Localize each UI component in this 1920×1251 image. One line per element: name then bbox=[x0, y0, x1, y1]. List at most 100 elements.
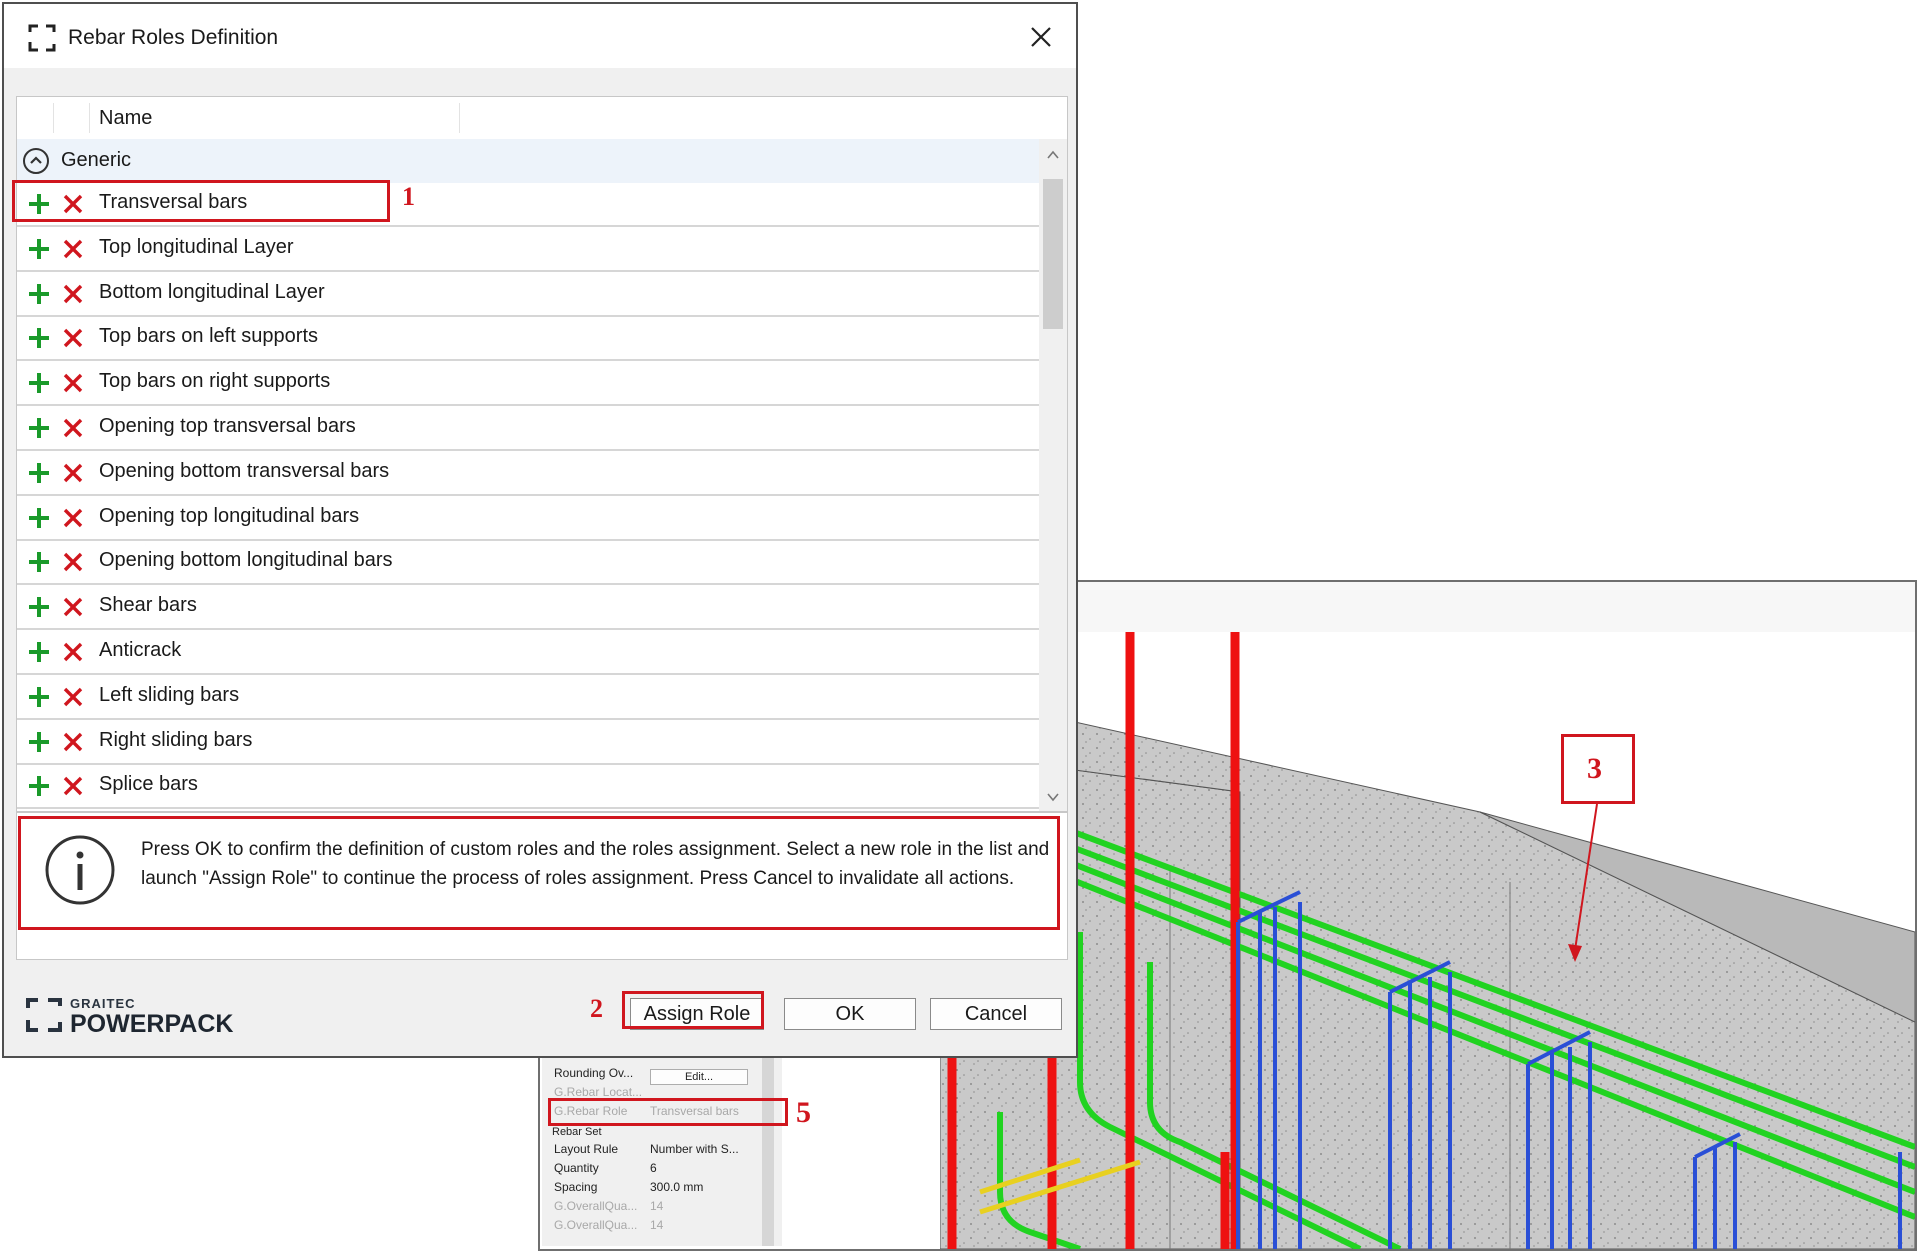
group-label: Generic bbox=[61, 149, 132, 171]
add-role-icon[interactable] bbox=[27, 595, 51, 619]
add-role-icon[interactable] bbox=[27, 774, 51, 798]
role-row[interactable]: Opening top longitudinal bars bbox=[17, 496, 1039, 541]
role-name: Top bars on left supports bbox=[99, 325, 319, 348]
list-header: Name bbox=[17, 97, 1039, 140]
delete-role-icon[interactable] bbox=[63, 552, 83, 572]
delete-role-icon[interactable] bbox=[63, 776, 83, 796]
add-role-icon[interactable] bbox=[27, 685, 51, 709]
property-key: Rounding Ov... bbox=[554, 1066, 634, 1080]
add-role-icon[interactable] bbox=[27, 640, 51, 664]
role-name: Anticrack bbox=[99, 639, 182, 661]
dialog-titlebar: Rebar Roles Definition bbox=[4, 4, 1076, 68]
role-name: Opening top longitudinal bars bbox=[99, 504, 360, 527]
graitec-powerpack-logo: GRAITEC POWERPACK bbox=[26, 992, 246, 1038]
property-value[interactable]: 300.0 mm bbox=[650, 1178, 760, 1196]
add-role-icon[interactable] bbox=[27, 416, 51, 440]
annotation-number-5: 5 bbox=[796, 1096, 811, 1129]
annotation-box-5 bbox=[548, 1098, 788, 1126]
ok-button[interactable]: OK bbox=[784, 998, 916, 1030]
delete-role-icon[interactable] bbox=[63, 373, 83, 393]
role-row[interactable]: Opening bottom longitudinal bars bbox=[17, 541, 1039, 586]
scroll-up-icon[interactable] bbox=[1045, 147, 1061, 163]
delete-role-icon[interactable] bbox=[63, 732, 83, 752]
add-role-icon[interactable] bbox=[27, 550, 51, 574]
role-row[interactable]: Opening bottom transversal bars bbox=[17, 451, 1039, 496]
delete-role-icon[interactable] bbox=[63, 284, 83, 304]
property-key: Layout Rule bbox=[554, 1142, 619, 1156]
annotation-number-2: 2 bbox=[590, 994, 603, 1023]
header-delete-column bbox=[53, 103, 90, 133]
property-value: 14 bbox=[650, 1199, 664, 1213]
role-row[interactable]: Shear bars bbox=[17, 586, 1039, 631]
role-name: Shear bars bbox=[99, 594, 197, 617]
chevron-up-icon bbox=[30, 156, 42, 164]
scroll-down-icon[interactable] bbox=[1045, 789, 1061, 805]
role-name: Opening top transversal bars bbox=[99, 415, 356, 437]
property-key: G.OverallQua... bbox=[554, 1218, 638, 1232]
add-role-icon[interactable] bbox=[27, 730, 51, 754]
role-name: Bottom longitudinal Layer bbox=[99, 280, 325, 303]
role-row[interactable]: Left sliding bars bbox=[17, 675, 1039, 720]
role-row[interactable]: Top bars on left supports bbox=[17, 317, 1039, 362]
role-row[interactable]: Opening top transversal bars bbox=[17, 407, 1039, 451]
rounding-edit-button[interactable]: Edit... bbox=[650, 1069, 748, 1085]
header-add-column bbox=[17, 103, 54, 133]
role-name: Top longitudinal Layer bbox=[99, 235, 294, 258]
role-row[interactable]: Anticrack bbox=[17, 631, 1039, 675]
role-name: Opening bottom transversal bars bbox=[99, 459, 390, 482]
annotation-box-2 bbox=[622, 991, 764, 1029]
delete-role-icon[interactable] bbox=[63, 642, 83, 662]
property-row-spacing[interactable]: Spacing 300.0 mm bbox=[554, 1178, 754, 1196]
scroll-thumb[interactable] bbox=[1043, 179, 1063, 329]
delete-role-icon[interactable] bbox=[63, 239, 83, 259]
powerpack-app-icon bbox=[28, 24, 56, 52]
role-row[interactable]: Splice bars bbox=[17, 765, 1039, 810]
property-key: G.OverallQua... bbox=[554, 1199, 638, 1213]
close-icon bbox=[1031, 27, 1051, 47]
rebar-3d-model bbox=[940, 632, 1915, 1249]
header-name-cell bbox=[89, 103, 460, 133]
add-role-icon[interactable] bbox=[27, 371, 51, 395]
property-row-quantity[interactable]: Quantity 6 bbox=[554, 1159, 754, 1177]
property-value: 14 bbox=[650, 1218, 664, 1232]
properties-section-rebar-set: Rebar Set bbox=[552, 1126, 602, 1138]
add-role-icon[interactable] bbox=[27, 237, 51, 261]
delete-role-icon[interactable] bbox=[63, 687, 83, 707]
annotation-number-1: 1 bbox=[402, 182, 415, 211]
add-role-icon[interactable] bbox=[27, 282, 51, 306]
collapse-group-button[interactable] bbox=[23, 148, 49, 174]
property-value[interactable]: 6 bbox=[650, 1159, 760, 1177]
property-value[interactable]: Number with S... bbox=[650, 1140, 760, 1158]
delete-role-icon[interactable] bbox=[63, 328, 83, 348]
properties-scrollbar[interactable] bbox=[762, 1052, 774, 1246]
delete-role-icon[interactable] bbox=[63, 508, 83, 528]
3d-viewport[interactable] bbox=[940, 632, 1915, 1249]
brand-line-1: GRAITEC bbox=[70, 996, 136, 1011]
role-row[interactable]: Bottom longitudinal Layer bbox=[17, 272, 1039, 317]
list-scrollbar[interactable] bbox=[1039, 139, 1067, 811]
add-role-icon[interactable] bbox=[27, 461, 51, 485]
close-button[interactable] bbox=[1024, 20, 1058, 54]
role-name: Right sliding bars bbox=[99, 728, 253, 751]
delete-role-icon[interactable] bbox=[63, 597, 83, 617]
annotation-box-info bbox=[18, 816, 1060, 930]
annotation-box-1 bbox=[12, 180, 390, 222]
role-name: Opening bottom longitudinal bars bbox=[99, 549, 393, 572]
delete-role-icon[interactable] bbox=[63, 418, 83, 438]
property-key: Spacing bbox=[554, 1180, 598, 1194]
role-name: Top bars on right supports bbox=[99, 370, 331, 393]
group-generic[interactable]: Generic bbox=[17, 139, 1039, 183]
role-row[interactable]: Right sliding bars bbox=[17, 720, 1039, 765]
role-row[interactable]: Top bars on right supports bbox=[17, 362, 1039, 407]
add-role-icon[interactable] bbox=[27, 326, 51, 350]
role-row[interactable]: Top longitudinal Layer bbox=[17, 227, 1039, 272]
add-role-icon[interactable] bbox=[27, 506, 51, 530]
annotation-number-3: 3 bbox=[1587, 752, 1602, 785]
delete-role-icon[interactable] bbox=[63, 463, 83, 483]
cancel-button[interactable]: Cancel bbox=[930, 998, 1062, 1030]
property-row-layout-rule[interactable]: Layout Rule Number with S... bbox=[554, 1140, 754, 1158]
property-key: Quantity bbox=[554, 1161, 599, 1175]
role-name: Left sliding bars bbox=[99, 683, 240, 706]
property-row-overall-quantity: G.OverallQua... 14 bbox=[554, 1197, 754, 1215]
brand-line-2: POWERPACK bbox=[70, 1010, 234, 1038]
